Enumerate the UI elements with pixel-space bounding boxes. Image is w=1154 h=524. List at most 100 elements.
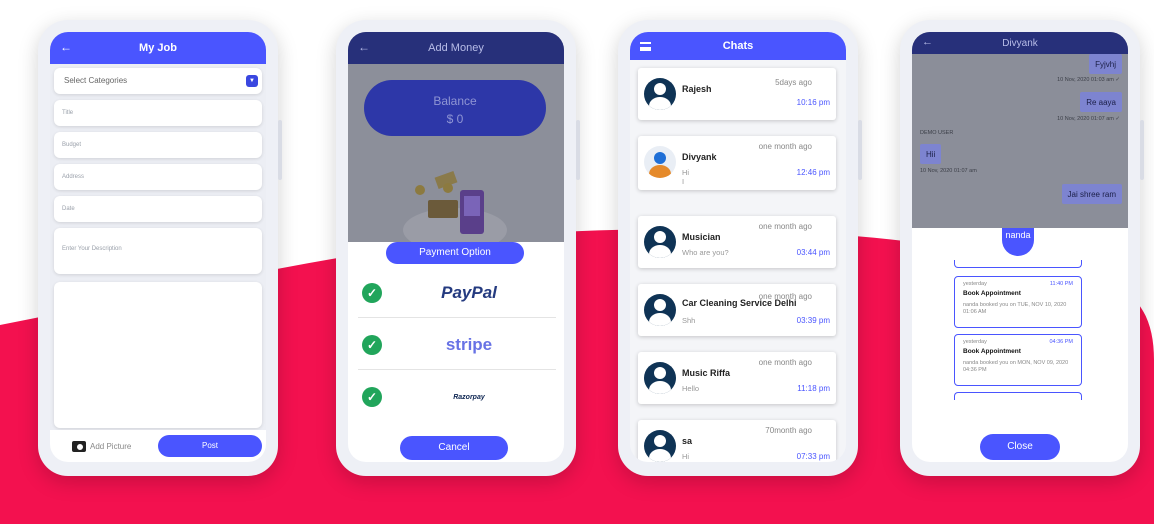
chats-appbar: Chats bbox=[630, 32, 846, 60]
page-title: Add Money bbox=[428, 42, 484, 54]
chat-item[interactable]: Musician Who are you? one month ago 03:4… bbox=[638, 216, 836, 268]
message-bubble-sent: Fyjvhj bbox=[1089, 54, 1122, 74]
chat-backdrop: ← Divyank Fyjvhj 10 Nov, 2020 01:03 am ✓… bbox=[912, 32, 1128, 228]
image-area[interactable] bbox=[54, 282, 262, 428]
message-meta: 10 Nov, 2020 01:07 am ✓ bbox=[1057, 116, 1120, 122]
add-picture-button[interactable]: Add Picture bbox=[72, 440, 132, 452]
description-field[interactable]: Enter Your Description bbox=[54, 228, 262, 274]
date-field[interactable]: Date bbox=[54, 196, 262, 222]
paypal-logo: PayPal bbox=[441, 282, 497, 302]
message-bubble-sent: Re aaya bbox=[1080, 92, 1122, 112]
appointment-time: 04:36 PM bbox=[1049, 339, 1073, 345]
chat-detail-screen: ← Divyank Fyjvhj 10 Nov, 2020 01:03 am ✓… bbox=[912, 32, 1128, 462]
appointment-title: Book Appointment bbox=[963, 290, 1021, 297]
arrow-left-icon[interactable]: ← bbox=[358, 40, 370, 54]
chat-message: Hello bbox=[682, 384, 700, 393]
title-placeholder: Title bbox=[62, 110, 74, 116]
post-button[interactable]: Post bbox=[158, 435, 262, 457]
chat-date: one month ago bbox=[758, 292, 812, 301]
cancel-button[interactable]: Cancel bbox=[400, 436, 508, 460]
message-bubble-received: Hii bbox=[920, 144, 942, 164]
appointment-desc: nanda booked you on MON, NOV 09, 2020 04… bbox=[963, 360, 1069, 373]
address-placeholder: Address bbox=[62, 174, 85, 180]
chat-name: Rajesh bbox=[682, 84, 712, 94]
balance-value: $ 0 bbox=[446, 112, 464, 126]
phone-my-job: ← My Job Select Categories ▼ Title Budge… bbox=[38, 20, 282, 476]
my-job-bottom-bar: Add Picture Post bbox=[50, 430, 266, 462]
payment-method-paypal[interactable]: ✓ PayPal bbox=[358, 268, 556, 318]
check-icon[interactable]: ✓ bbox=[362, 334, 382, 355]
filter-icon[interactable]: ▼ bbox=[246, 75, 258, 87]
appointment-card[interactable]: yesterday 11:40 PM Book Appointment nand… bbox=[954, 276, 1082, 328]
close-button[interactable]: Close bbox=[980, 434, 1060, 460]
add-money-screen: ← Add Money Balance $ 0 Payment Option ✓… bbox=[348, 32, 564, 462]
chat-message: Who are you? bbox=[682, 248, 729, 257]
appointment-desc: nanda booked you on TUE, NOV 10, 2020 01… bbox=[963, 302, 1067, 315]
phone-chats: Chats Rajesh 5days ago 10:16 pm Divyank … bbox=[618, 20, 862, 476]
menu-icon[interactable] bbox=[640, 42, 651, 51]
appointment-title: Book Appointment bbox=[963, 348, 1021, 355]
budget-placeholder: Budget bbox=[62, 142, 82, 148]
arrow-left-icon[interactable]: ← bbox=[60, 40, 72, 54]
my-job-screen: ← My Job Select Categories ▼ Title Budge… bbox=[50, 32, 266, 462]
chat-date: 70month ago bbox=[765, 426, 812, 435]
date-placeholder: Date bbox=[62, 206, 75, 212]
payment-method-razorpay[interactable]: ✓ Razorpay bbox=[358, 372, 556, 422]
wallet-illustration bbox=[403, 170, 507, 242]
phone-side-button bbox=[576, 120, 580, 180]
check-icon[interactable]: ✓ bbox=[362, 282, 382, 303]
budget-field[interactable]: Budget bbox=[54, 132, 262, 158]
chat-name: sa bbox=[682, 436, 693, 446]
message-meta: 10 Nov, 2020 01:07 am bbox=[920, 168, 977, 174]
chats-screen: Chats Rajesh 5days ago 10:16 pm Divyank … bbox=[630, 32, 846, 462]
address-field[interactable]: Address bbox=[54, 164, 262, 190]
arrow-left-icon[interactable]: ← bbox=[922, 36, 933, 48]
balance-card: Balance $ 0 bbox=[364, 80, 546, 136]
stripe-logo: stripe bbox=[445, 334, 493, 354]
page-title: Divyank bbox=[1002, 37, 1038, 49]
message-meta: 10 Nov, 2020 01:03 am ✓ bbox=[1057, 77, 1120, 83]
chat-item[interactable]: Divyank Hi I one month ago 12:46 pm bbox=[638, 136, 836, 190]
appointment-card-partial bbox=[954, 260, 1082, 268]
chat-date: one month ago bbox=[758, 222, 812, 231]
payment-method-stripe[interactable]: ✓ stripe bbox=[358, 320, 556, 370]
appointment-card-partial bbox=[954, 392, 1082, 400]
chat-time: 07:33 pm bbox=[796, 452, 830, 461]
phone-add-money: ← Add Money Balance $ 0 Payment Option ✓… bbox=[336, 20, 580, 476]
check-icon[interactable]: ✓ bbox=[362, 387, 382, 407]
chat-item[interactable]: Music Riffa Hello one month ago 11:18 pm bbox=[638, 352, 836, 404]
chat-time: 12:46 pm bbox=[796, 168, 830, 177]
chat-item[interactable]: Rajesh 5days ago 10:16 pm bbox=[638, 68, 836, 120]
chat-item[interactable]: Car Cleaning Service Delhi Shh one month… bbox=[638, 284, 836, 336]
message-sender: DEMO USER bbox=[920, 130, 954, 136]
chat-time: 11:18 pm bbox=[797, 384, 830, 393]
add-picture-label: Add Picture bbox=[90, 441, 132, 451]
chat-message: Hi bbox=[682, 452, 690, 461]
phone-side-button bbox=[1140, 120, 1144, 180]
avatar bbox=[644, 362, 676, 394]
page-title: Chats bbox=[722, 40, 754, 52]
category-select[interactable]: Select Categories ▼ bbox=[54, 68, 262, 94]
page-title: My Job bbox=[139, 42, 177, 54]
balance-label: Balance bbox=[433, 94, 477, 108]
avatar bbox=[644, 226, 676, 258]
chat-time: 03:44 pm bbox=[796, 248, 830, 257]
phone-side-button bbox=[278, 120, 282, 180]
razorpay-logo: Razorpay bbox=[453, 393, 485, 401]
chat-name: Divyank bbox=[682, 152, 717, 162]
appointment-card[interactable]: yesterday 04:36 PM Book Appointment nand… bbox=[954, 334, 1082, 386]
chat-time: 03:39 pm bbox=[796, 316, 830, 325]
avatar bbox=[644, 146, 676, 178]
chat-name: Music Riffa bbox=[682, 368, 731, 378]
chat-item[interactable]: sa Hi 70month ago 07:33 pm bbox=[638, 420, 836, 462]
add-money-appbar: ← Add Money bbox=[348, 32, 564, 64]
title-field[interactable]: Title bbox=[54, 100, 262, 126]
chat-time: 10:16 pm bbox=[796, 98, 830, 107]
avatar bbox=[644, 294, 676, 326]
my-job-appbar: ← My Job bbox=[50, 32, 266, 64]
add-money-backdrop: ← Add Money Balance $ 0 bbox=[348, 32, 564, 242]
appointment-time: 11:40 PM bbox=[1049, 281, 1073, 287]
chat-message: Shh bbox=[682, 316, 696, 325]
phone-chat-detail: ← Divyank Fyjvhj 10 Nov, 2020 01:03 am ✓… bbox=[900, 20, 1144, 476]
chat-detail-appbar: ← Divyank bbox=[912, 32, 1128, 54]
